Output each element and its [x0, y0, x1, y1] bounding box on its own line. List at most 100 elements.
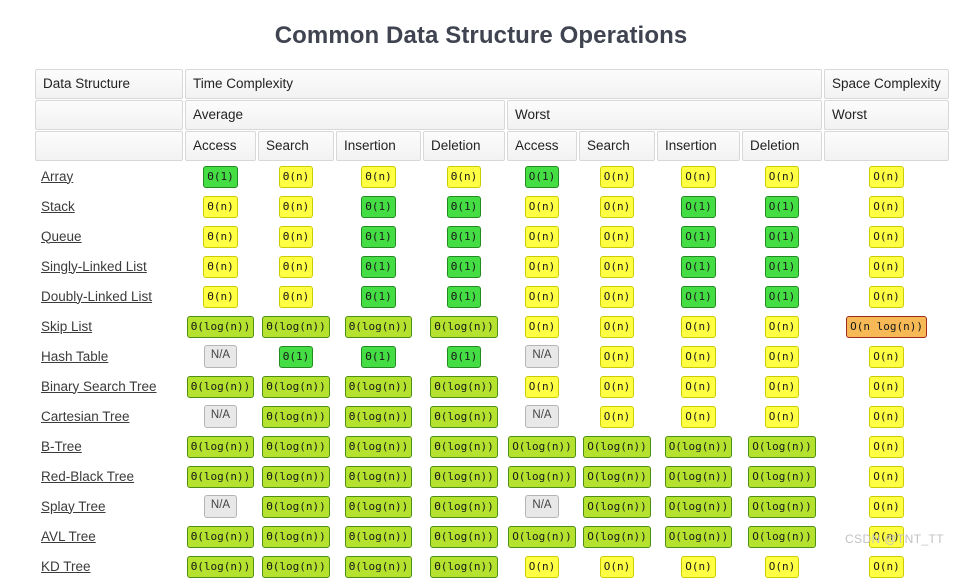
- complexity-table: Data Structure Time Complexity Space Com…: [33, 68, 951, 582]
- complexity-chip: Θ(1): [361, 285, 396, 308]
- complexity-chip: Θ(log(n)): [262, 525, 330, 548]
- complexity-chip: O(1): [764, 225, 800, 248]
- data-structure-link[interactable]: AVL Tree: [41, 529, 96, 544]
- row-label-cell: Queue: [35, 222, 183, 251]
- complexity-chip: O(n): [599, 285, 635, 308]
- complexity-chip: O(1): [764, 285, 800, 308]
- complexity-chip: O(n): [869, 435, 904, 458]
- complexity-chip: Θ(n): [278, 225, 314, 248]
- complexity-cell: Θ(n): [258, 252, 334, 281]
- complexity-chip: O(log(n)): [583, 465, 651, 488]
- complexity-chip: O(1): [764, 255, 800, 278]
- complexity-cell: N/A: [185, 492, 256, 521]
- complexity-cell: O(log(n)): [579, 522, 655, 551]
- complexity-chip: O(n): [869, 555, 904, 578]
- row-label-cell: KD Tree: [35, 552, 183, 581]
- table-row: Red-Black Tree Θ(log(n)) Θ(log(n)) Θ(log(n)…: [35, 462, 949, 491]
- table-head: Data Structure Time Complexity Space Com…: [35, 69, 950, 161]
- row-label-cell: Binary Search Tree: [35, 372, 183, 401]
- complexity-chip: Θ(n): [278, 165, 314, 188]
- complexity-cell: O(1): [742, 192, 822, 221]
- complexity-cell: O(log(n)): [657, 522, 740, 551]
- complexity-cell: O(1): [742, 222, 822, 251]
- table-row: Doubly-Linked List Θ(n) Θ(n) Θ(1) Θ(1) O(n) O(…: [35, 282, 949, 311]
- complexity-cell: O(1): [507, 162, 577, 191]
- data-structure-link[interactable]: Array: [41, 169, 73, 184]
- complexity-chip: Θ(log(n)): [430, 525, 498, 548]
- complexity-chip: O(log(n)): [508, 525, 576, 548]
- complexity-cell: Θ(log(n)): [336, 522, 421, 551]
- complexity-chip: Θ(1): [446, 285, 482, 308]
- complexity-cell: N/A: [507, 342, 577, 371]
- data-structure-link[interactable]: Stack: [41, 199, 75, 214]
- header-space-complexity: Space Complexity: [824, 69, 950, 99]
- complexity-chip: Θ(n): [203, 225, 238, 248]
- complexity-cell: O(n): [579, 162, 655, 191]
- complexity-chip: O(log(n)): [583, 525, 651, 548]
- complexity-cell: O(n): [579, 402, 655, 431]
- complexity-cell: O(n): [579, 222, 655, 251]
- complexity-chip: Θ(log(n)): [344, 435, 413, 458]
- table-row: Splay Tree N/A Θ(log(n)) Θ(log(n)) Θ(log(n))…: [35, 492, 949, 521]
- header-row-subgroups: Average Worst Worst: [35, 100, 950, 130]
- complexity-chip: O(log(n)): [748, 435, 816, 458]
- data-structure-link[interactable]: Hash Table: [41, 349, 108, 364]
- data-structure-link[interactable]: Red-Black Tree: [41, 469, 134, 484]
- data-structure-link[interactable]: B-Tree: [41, 439, 82, 454]
- complexity-chip: Θ(log(n)): [430, 435, 498, 458]
- table-row: KD Tree Θ(log(n)) Θ(log(n)) Θ(log(n)) Θ(log(…: [35, 552, 949, 581]
- complexity-cell: Θ(log(n)): [423, 402, 505, 431]
- data-structure-link[interactable]: Skip List: [41, 319, 92, 334]
- complexity-cell: O(n log(n)): [824, 312, 949, 341]
- complexity-chip: O(n): [869, 285, 904, 308]
- complexity-cell: O(n): [579, 312, 655, 341]
- table-row: Cartesian Tree N/A Θ(log(n)) Θ(log(n)) Θ(log…: [35, 402, 949, 431]
- complexity-chip: O(n): [524, 225, 560, 248]
- data-structure-link[interactable]: Binary Search Tree: [41, 379, 157, 394]
- table-row: Queue Θ(n) Θ(n) Θ(1) Θ(1) O(n) O(n) O(1) O(1) O(n…: [35, 222, 949, 251]
- complexity-chip: Θ(log(n)): [262, 435, 330, 458]
- row-label-cell: Cartesian Tree: [35, 402, 183, 431]
- data-structure-link[interactable]: Doubly-Linked List: [41, 289, 152, 304]
- complexity-chip: O(log(n)): [748, 495, 816, 518]
- complexity-chip: O(n): [524, 285, 560, 308]
- complexity-cell: Θ(n): [258, 192, 334, 221]
- complexity-cell: O(n): [824, 492, 949, 521]
- data-structure-link[interactable]: Splay Tree: [41, 499, 106, 514]
- complexity-cell: Θ(n): [423, 162, 505, 191]
- row-label-cell: Splay Tree: [35, 492, 183, 521]
- data-structure-link[interactable]: Queue: [41, 229, 82, 244]
- complexity-chip: O(n): [764, 555, 800, 578]
- complexity-chip: O(n): [524, 375, 560, 398]
- complexity-chip: Θ(log(n)): [430, 375, 498, 398]
- data-structure-link[interactable]: Cartesian Tree: [41, 409, 130, 424]
- complexity-chip: O(n): [681, 555, 716, 578]
- complexity-cell: O(log(n)): [507, 462, 577, 491]
- complexity-cell: O(log(n)): [579, 432, 655, 461]
- header-op-worst-insertion: Insertion: [657, 131, 740, 161]
- complexity-cell: O(n): [824, 282, 949, 311]
- complexity-chip: O(1): [764, 195, 800, 218]
- complexity-cell: O(n): [742, 402, 822, 431]
- complexity-chip: Θ(log(n)): [344, 405, 413, 428]
- complexity-cell: Θ(1): [336, 342, 421, 371]
- complexity-cell: O(n): [742, 162, 822, 191]
- complexity-chip: O(1): [681, 255, 716, 278]
- complexity-cell: Θ(log(n)): [336, 312, 421, 341]
- complexity-cell: Θ(log(n)): [423, 312, 505, 341]
- data-structure-link[interactable]: Singly-Linked List: [41, 259, 147, 274]
- complexity-chip: Θ(log(n)): [186, 465, 255, 488]
- complexity-cell: Θ(1): [336, 282, 421, 311]
- complexity-cell: O(n): [507, 312, 577, 341]
- complexity-chip: O(n): [599, 225, 635, 248]
- complexity-cell: N/A: [507, 402, 577, 431]
- complexity-chip: O(n): [869, 495, 904, 518]
- complexity-chip: O(n): [599, 405, 635, 428]
- row-label-cell: Stack: [35, 192, 183, 221]
- data-structure-link[interactable]: KD Tree: [41, 559, 91, 574]
- complexity-cell: Θ(log(n)): [258, 432, 334, 461]
- header-row-operations: Access Search Insertion Deletion Access …: [35, 131, 950, 161]
- complexity-chip: Θ(log(n)): [344, 315, 413, 338]
- complexity-cell: O(log(n)): [742, 492, 822, 521]
- complexity-cell: O(n): [579, 552, 655, 581]
